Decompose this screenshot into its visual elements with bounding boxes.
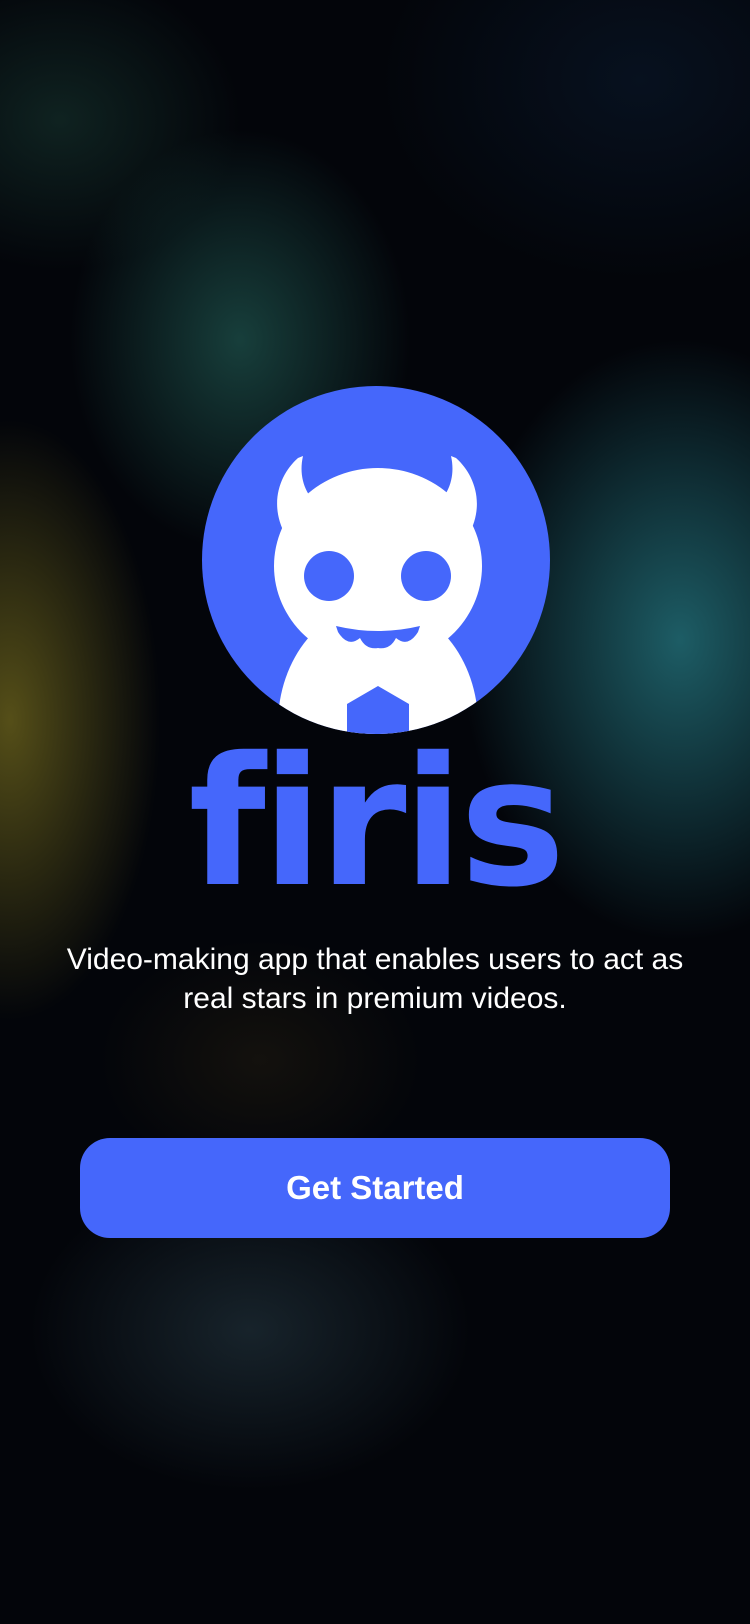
- tagline: Video-making app that enables users to a…: [66, 943, 684, 1015]
- get-started-button[interactable]: Get Started: [80, 1138, 670, 1238]
- logo: [202, 386, 550, 734]
- monster-mascot-icon: [202, 386, 550, 734]
- brand-wordmark: firis: [188, 719, 565, 926]
